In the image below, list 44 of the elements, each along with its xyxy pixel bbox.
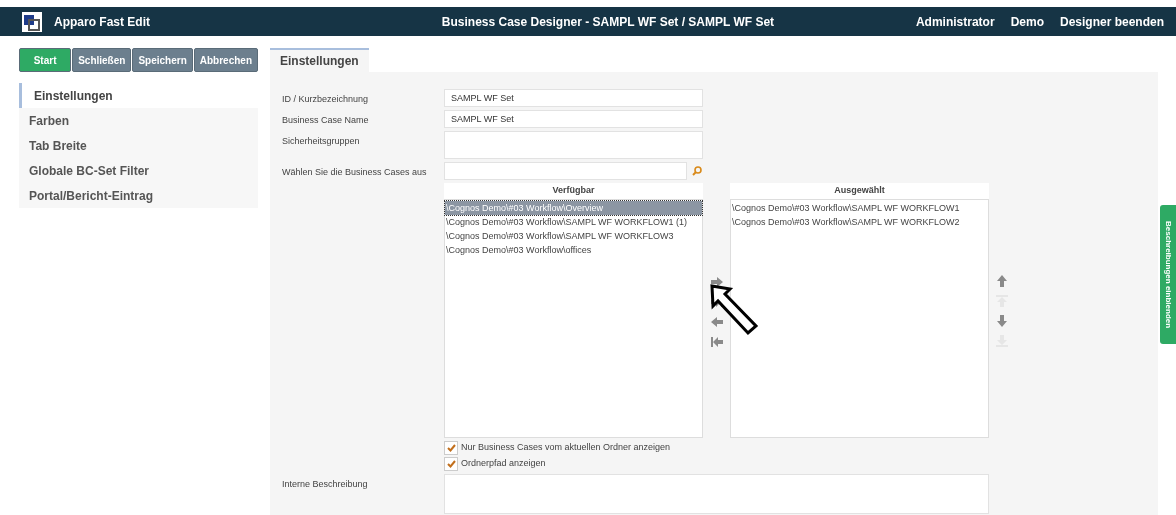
sidebar-item[interactable]: Farben [19, 108, 258, 133]
field-label: Interne Beschreibung [282, 478, 369, 491]
toolbar-button[interactable]: Schließen [72, 48, 132, 72]
search-field[interactable] [444, 162, 687, 180]
field-label: ID / Kurzbezeichnung [282, 93, 370, 106]
list-title: Ausgewählt [730, 183, 989, 199]
arrow-left-icon[interactable] [710, 316, 723, 328]
sidebar-item[interactable]: Portal/Bericht-Eintrag [19, 183, 258, 208]
field-label: Business Case Name [282, 114, 370, 127]
toolbar-button[interactable]: Abbrechen [193, 48, 258, 72]
toolbar-button[interactable]: Speichern [132, 48, 193, 72]
search-icon[interactable] [692, 166, 702, 176]
app-logo-icon [22, 11, 42, 32]
field-label: Wählen Sie die Business Cases aus [282, 166, 428, 179]
header-link[interactable]: Administrator [915, 12, 995, 31]
checkbox[interactable] [444, 457, 458, 471]
list-box[interactable]: \Cognos Demo\#03 Workflow\SAMPL WF WORKFLOW1 \Cognos Demo\#03 Workflow\SAMPL WF WORKFLOW2 [730, 199, 989, 438]
arrow-left-bar-icon[interactable] [710, 336, 723, 348]
arrow-up-icon[interactable] [996, 275, 1008, 287]
list-item[interactable]: \Cognos Demo\#03 Workflow\SAMPL WF WORKFLOW3 [445, 229, 702, 243]
list-item[interactable]: \Cognos Demo\#03 Workflow\SAMPL WF WORKFLOW2 [731, 215, 988, 229]
app-name: Apparo Fast Edit [54, 13, 151, 31]
input-field[interactable]: SAMPL WF Set [444, 89, 703, 107]
sidebar-item[interactable]: Globale BC-Set Filter [19, 158, 258, 183]
arrow-right-icon[interactable] [710, 276, 723, 288]
list-box[interactable]: \Cognos Demo\#03 Workflow\Overview \Cognos Demo\#03 Workflow\SAMPL WF WORKFLOW1 (1) \Cognos Demo\#03 Workflow\SAMPL WF WORKFLOW3 \Cognos Demo\#03 Workflow\offices [444, 199, 703, 438]
list-title: Verfügbar [444, 183, 703, 199]
checkbox-label: Nur Business Cases vom aktuellen Ordner anzeigen [461, 441, 671, 455]
annotation-arrow-callout-tooltip [710, 284, 760, 336]
checkbox[interactable] [444, 441, 458, 455]
header-link[interactable]: Designer beenden [1059, 12, 1164, 31]
list-item[interactable]: \Cognos Demo\#03 Workflow\offices [445, 243, 702, 257]
input-field[interactable] [444, 131, 703, 159]
window-title: Business Case Designer - SAMPL WF Set / SAMPL WF Set [440, 13, 776, 31]
list-item[interactable]: \Cognos Demo\#03 Workflow\SAMPL WF WORKFLOW1 (1) [445, 215, 702, 229]
description-field[interactable] [444, 474, 989, 514]
field-label: Sicherheitsgruppen [282, 135, 361, 148]
tab[interactable]: Einstellungen [270, 48, 369, 72]
checkbox-label: Ordnerpfad anzeigen [461, 457, 546, 471]
sidebar-item[interactable]: Tab Breite [19, 133, 258, 158]
arrow-down-icon[interactable] [996, 315, 1008, 327]
input-field[interactable]: SAMPL WF Set [444, 110, 703, 128]
header-link[interactable]: Demo [1010, 12, 1044, 31]
list-item[interactable]: \Cognos Demo\#03 Workflow\SAMPL WF WORKFLOW1 [731, 201, 988, 215]
